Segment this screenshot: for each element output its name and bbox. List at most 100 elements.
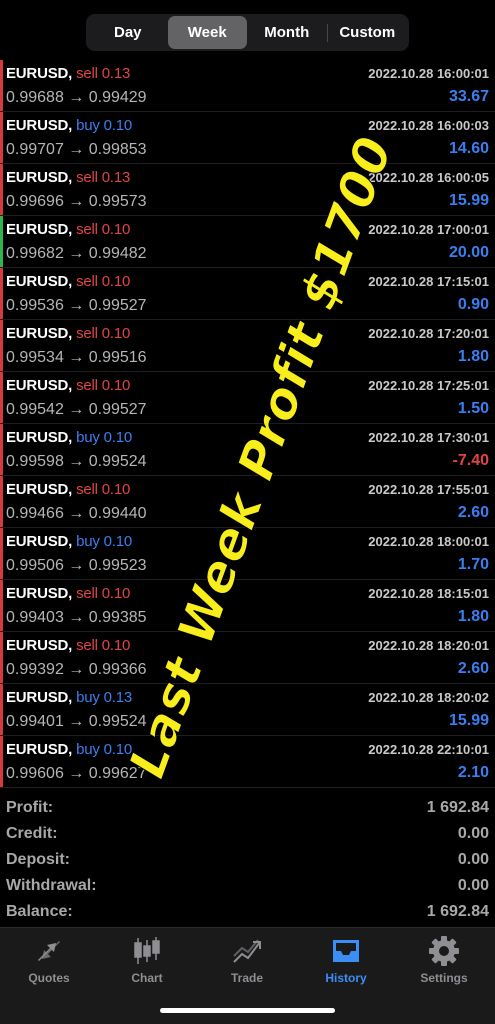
deal-edge-marker (0, 736, 3, 787)
quotes-arrows-icon (38, 941, 60, 961)
summary-row-balance: Balance: 1 692.84 (0, 900, 495, 926)
summary-label: Balance: (6, 903, 73, 920)
tab-history[interactable]: History (306, 934, 386, 985)
deal-edge-marker (0, 372, 3, 423)
arrow-right-icon: → (63, 297, 89, 314)
deal-profit: -7.40 (452, 452, 489, 469)
deal-prices: 0.99506 → 0.99523 (6, 557, 147, 575)
deal-type: sell (76, 169, 98, 186)
deal-prices: 0.99534 → 0.99516 (6, 349, 147, 367)
deal-header: EURUSD, sell 0.10 (6, 221, 130, 238)
deal-close-price: 0.99523 (88, 557, 147, 574)
period-tab-day[interactable]: Day (88, 16, 168, 49)
arrow-right-icon: → (63, 349, 89, 366)
deal-time: 2022.10.28 18:00:01 (368, 534, 489, 549)
deal-edge-marker (0, 580, 3, 631)
deal-symbol: EURUSD, (6, 325, 73, 342)
deal-type: sell (76, 273, 98, 290)
deal-type: buy (76, 533, 100, 550)
deal-type: sell (76, 481, 98, 498)
deal-symbol: EURUSD, (6, 221, 73, 238)
deal-symbol: EURUSD, (6, 117, 73, 134)
deal-row[interactable]: EURUSD, sell 0.13 0.99696 → 0.99573 2022.1… (0, 164, 495, 216)
deal-volume: 0.13 (103, 689, 133, 706)
trade-line-icon (233, 939, 261, 963)
arrow-right-icon: → (63, 765, 89, 782)
deal-close-price: 0.99853 (88, 141, 147, 158)
deal-close-price: 0.99366 (88, 661, 147, 678)
period-tab-week[interactable]: Week (167, 16, 247, 49)
tab-quotes[interactable]: Quotes (9, 934, 89, 985)
deal-prices: 0.99598 → 0.99524 (6, 453, 147, 471)
deal-volume: 0.10 (103, 533, 133, 550)
deal-header: EURUSD, buy 0.10 (6, 429, 132, 446)
arrow-right-icon: → (63, 713, 89, 730)
deal-symbol: EURUSD, (6, 429, 73, 446)
deal-profit: 1.80 (457, 608, 489, 625)
arrow-right-icon: → (63, 453, 89, 470)
tab-trade[interactable]: Trade (207, 934, 287, 985)
deal-type: buy (76, 117, 100, 134)
deal-symbol: EURUSD, (6, 481, 73, 498)
deal-row[interactable]: EURUSD, buy 0.10 0.99606 → 0.99627 2022.10… (0, 736, 495, 788)
period-tab-month[interactable]: Month (247, 16, 327, 49)
deal-volume: 0.10 (103, 117, 133, 134)
deal-edge-marker (0, 476, 3, 527)
deal-open-price: 0.99696 (6, 193, 64, 210)
deal-profit: 1.80 (457, 348, 489, 365)
summary-value: 1 692.84 (426, 903, 489, 920)
summary-value: 0.00 (457, 851, 489, 868)
deal-profit: 2.60 (457, 660, 489, 677)
deal-edge-marker (0, 424, 3, 475)
deal-type: sell (76, 377, 98, 394)
deal-volume: 0.10 (101, 221, 131, 238)
deal-row[interactable]: EURUSD, sell 0.10 0.99403 → 0.99385 2022.1… (0, 580, 495, 632)
deal-profit: 33.67 (448, 88, 489, 105)
period-tab-custom[interactable]: Custom (328, 16, 408, 49)
deal-prices: 0.99542 → 0.99527 (6, 401, 147, 419)
tab-chart[interactable]: Chart (107, 934, 187, 985)
deal-symbol: EURUSD, (6, 377, 73, 394)
deal-row[interactable]: EURUSD, sell 0.10 0.99534 → 0.99516 2022.1… (0, 320, 495, 372)
deal-type: sell (76, 637, 98, 654)
deal-row[interactable]: EURUSD, buy 0.10 0.99707 → 0.99853 2022.10… (0, 112, 495, 164)
summary-label: Deposit: (6, 851, 70, 868)
deal-prices: 0.99696 → 0.99573 (6, 193, 147, 211)
deal-volume: 0.10 (101, 325, 131, 342)
deal-close-price: 0.99482 (88, 245, 147, 262)
deal-close-price: 0.99527 (88, 401, 147, 418)
deal-time: 2022.10.28 18:20:01 (368, 638, 489, 653)
deal-profit: 1.50 (457, 400, 489, 417)
deal-header: EURUSD, sell 0.10 (6, 325, 130, 342)
summary-row-credit: Credit: 0.00 (0, 822, 495, 848)
account-summary: Profit: 1 692.84 Credit: 0.00 Deposit: 0… (0, 796, 495, 926)
tab-settings[interactable]: Settings (404, 934, 484, 985)
deal-header: EURUSD, buy 0.10 (6, 533, 132, 550)
deal-prices: 0.99707 → 0.99853 (6, 141, 147, 159)
deal-prices: 0.99392 → 0.99366 (6, 661, 147, 679)
deal-row[interactable]: EURUSD, sell 0.10 0.99682 → 0.99482 2022.1… (0, 216, 495, 268)
deal-profit: 15.99 (448, 712, 489, 729)
deal-open-price: 0.99392 (6, 661, 64, 678)
deal-edge-marker (0, 268, 3, 319)
deal-header: EURUSD, buy 0.13 (6, 689, 132, 706)
deal-edge-marker (0, 216, 3, 267)
deal-symbol: EURUSD, (6, 65, 73, 82)
deal-time: 2022.10.28 18:20:02 (368, 690, 489, 705)
deal-row[interactable]: EURUSD, sell 0.13 0.99688 → 0.99429 2022.1… (0, 60, 495, 112)
deal-row[interactable]: EURUSD, buy 0.13 0.99401 → 0.99524 2022.10… (0, 684, 495, 736)
deal-row[interactable]: EURUSD, sell 0.10 0.99392 → 0.99366 2022.1… (0, 632, 495, 684)
deal-volume: 0.10 (101, 637, 131, 654)
deal-open-price: 0.99536 (6, 297, 64, 314)
deal-open-price: 0.99688 (6, 89, 64, 106)
top-bar: Day Week Month Custom (0, 0, 495, 60)
deal-time: 2022.10.28 16:00:03 (368, 118, 489, 133)
deal-symbol: EURUSD, (6, 741, 73, 758)
deal-header: EURUSD, sell 0.13 (6, 65, 130, 82)
deal-type: sell (76, 221, 98, 238)
deal-volume: 0.13 (101, 65, 131, 82)
history-inbox-icon (333, 940, 359, 962)
tab-label: Trade (230, 971, 263, 985)
deal-header: EURUSD, sell 0.10 (6, 273, 130, 290)
deal-row[interactable]: EURUSD, sell 0.10 0.99536 → 0.99527 2022.1… (0, 268, 495, 320)
